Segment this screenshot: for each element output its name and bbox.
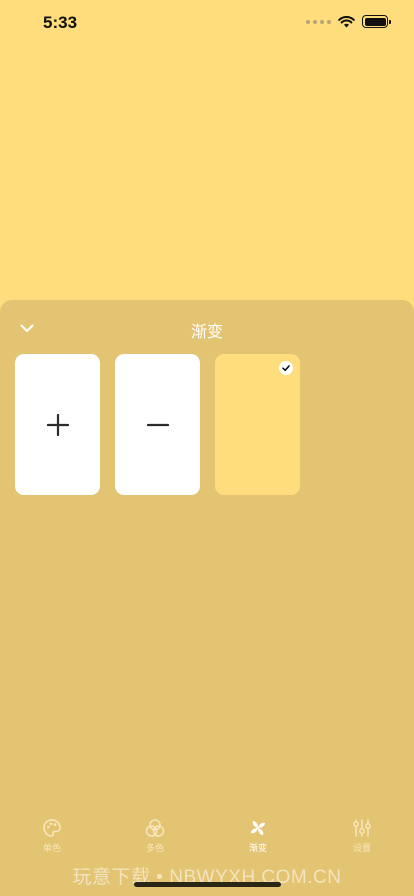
bottom-sheet: 渐变: [0, 300, 414, 896]
palette-icon: [43, 819, 61, 837]
tab-gradient[interactable]: 渐变: [228, 818, 288, 854]
add-gradient-button[interactable]: [15, 354, 100, 495]
sliders-icon: [353, 819, 371, 837]
overlap-circles-icon: [145, 819, 165, 837]
gradient-cards: [15, 354, 300, 495]
status-bar: 5:33: [0, 0, 414, 48]
battery-icon: [362, 15, 391, 28]
status-icons: [306, 15, 391, 28]
selected-check-icon: [279, 361, 293, 375]
tab-settings[interactable]: 设置: [332, 818, 392, 854]
tab-multi-color[interactable]: 多色: [125, 818, 185, 854]
status-time: 5:33: [43, 13, 78, 32]
plus-icon: [46, 413, 69, 436]
home-indicator: [134, 882, 281, 887]
signal-dots-icon: [306, 19, 331, 24]
tab-bar: 单色 多色 渐变 设置: [0, 818, 414, 860]
pinwheel-icon: [251, 821, 265, 835]
wifi-icon: [338, 15, 355, 27]
tab-solid-color[interactable]: 单色: [22, 818, 82, 854]
sheet-header: 渐变: [0, 300, 414, 356]
sheet-title: 渐变: [190, 324, 223, 341]
remove-gradient-button[interactable]: [115, 354, 200, 495]
gradient-swatch-card[interactable]: [215, 354, 300, 495]
minus-icon: [146, 423, 169, 426]
